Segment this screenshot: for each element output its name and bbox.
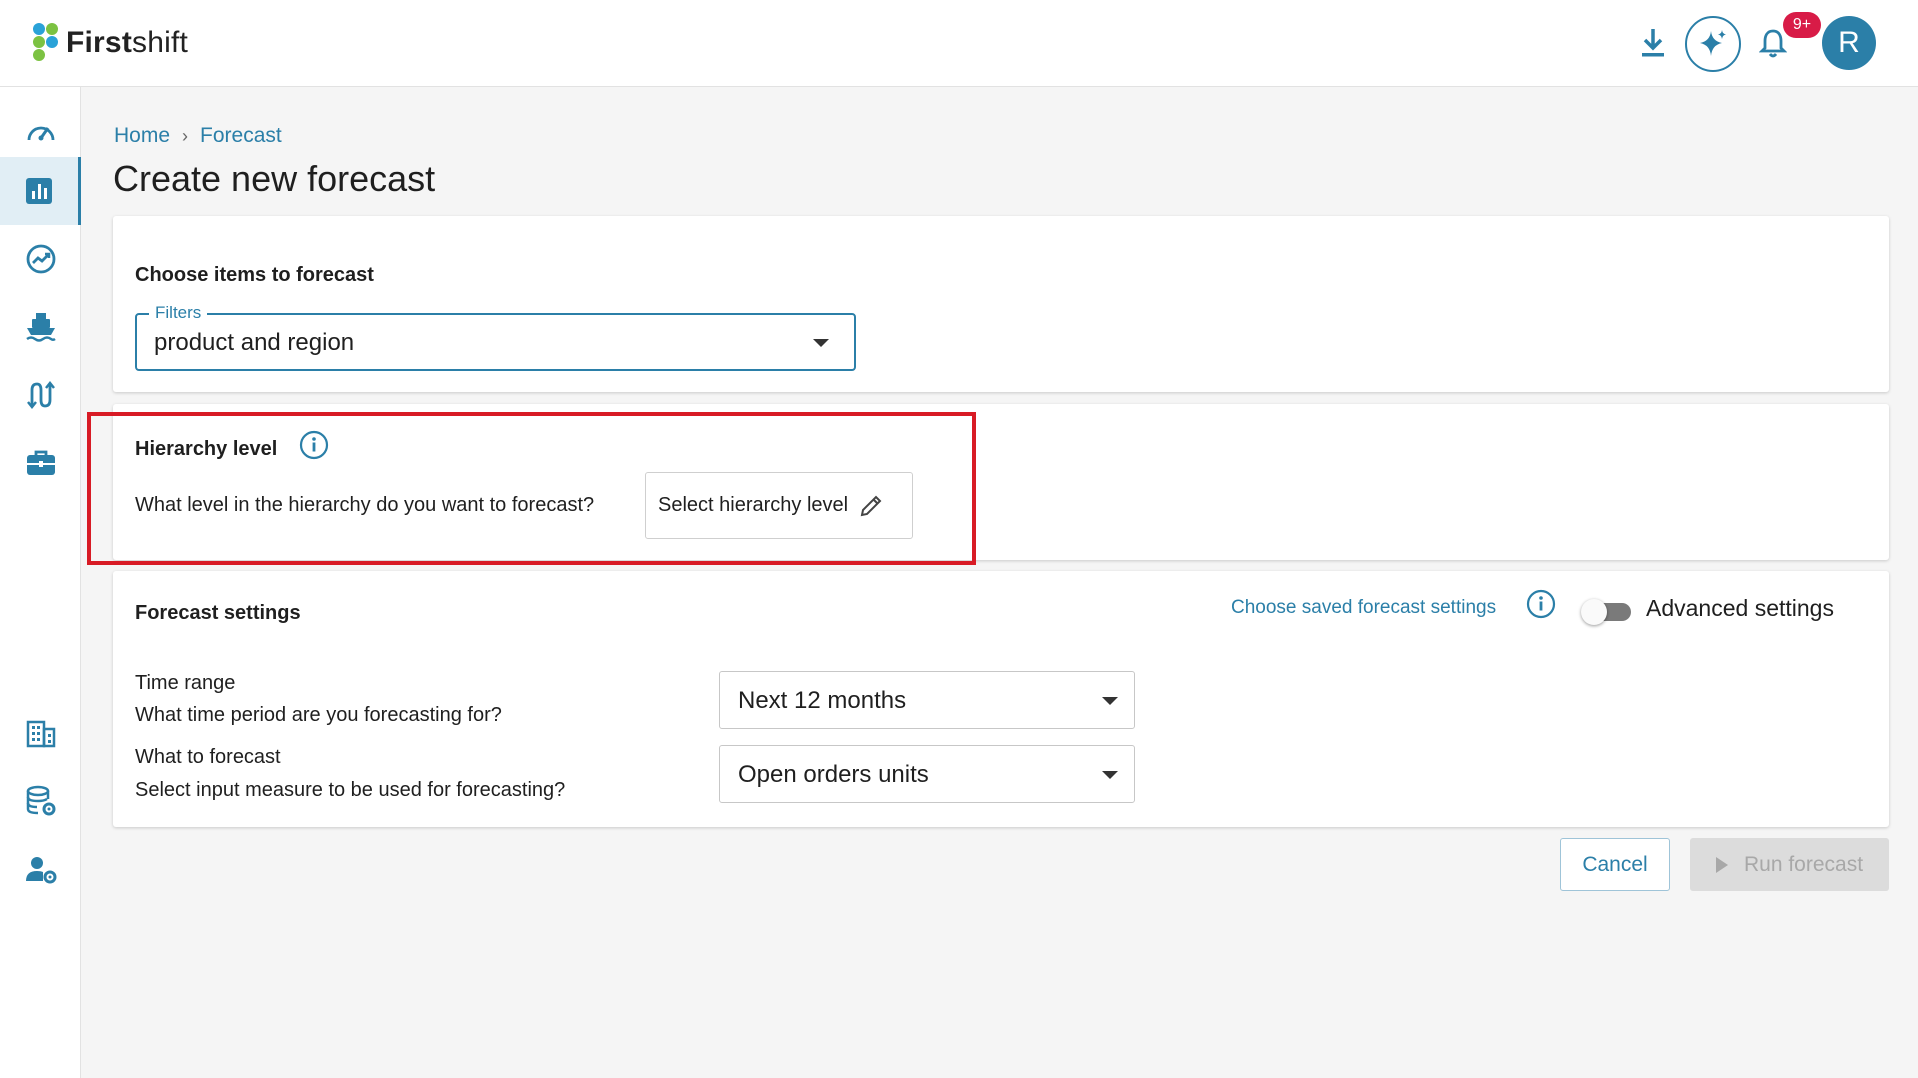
logo-mark-icon bbox=[33, 23, 58, 61]
highlight-annotation-box bbox=[87, 412, 976, 565]
filters-value: product and region bbox=[154, 329, 355, 356]
sidebar-item-data-settings[interactable] bbox=[0, 767, 81, 835]
database-settings-icon bbox=[26, 785, 55, 816]
breadcrumb-forecast[interactable]: Forecast bbox=[200, 124, 282, 148]
breadcrumb-separator: › bbox=[182, 125, 189, 146]
sidebar-item-portfolio[interactable] bbox=[0, 429, 81, 497]
cancel-button[interactable]: Cancel bbox=[1560, 838, 1670, 891]
measure-value: Open orders units bbox=[738, 761, 929, 788]
run-forecast-button[interactable]: Run forecast bbox=[1690, 838, 1889, 891]
sidebar-item-forecast[interactable] bbox=[0, 157, 81, 225]
forecast-settings-card: Forecast settings Choose saved forecast … bbox=[113, 571, 1889, 827]
choose-saved-settings-link[interactable]: Choose saved forecast settings bbox=[1231, 597, 1496, 619]
sidebar-item-shipping[interactable] bbox=[0, 293, 81, 361]
sidebar-item-user-settings[interactable] bbox=[0, 835, 81, 903]
briefcase-icon bbox=[26, 450, 55, 475]
download-icon[interactable] bbox=[1633, 16, 1673, 70]
choose-items-title: Choose items to forecast bbox=[135, 264, 374, 286]
building-icon bbox=[26, 720, 55, 748]
breadcrumb: Home › Forecast bbox=[114, 124, 282, 148]
chevron-down-icon bbox=[1102, 771, 1118, 779]
advanced-settings-label: Advanced settings bbox=[1646, 595, 1834, 621]
sidebar-item-organization[interactable] bbox=[0, 699, 81, 767]
firstshift-logo[interactable]: Firstshift bbox=[30, 20, 188, 66]
chevron-down-icon bbox=[813, 339, 829, 347]
logo-text: Firstshift bbox=[66, 26, 189, 59]
run-forecast-label: Run forecast bbox=[1743, 852, 1864, 876]
page-title: Create new forecast bbox=[113, 158, 436, 199]
trend-icon bbox=[26, 244, 55, 274]
sidebar bbox=[0, 87, 81, 1078]
filters-select[interactable]: Filters product and region bbox=[135, 303, 856, 371]
filters-label: Filters bbox=[149, 303, 208, 323]
ship-icon bbox=[25, 313, 56, 342]
time-range-value: Next 12 months bbox=[738, 687, 907, 714]
top-bar: Firstshift 9+ R bbox=[0, 0, 1918, 87]
notification-badge: 9+ bbox=[1783, 12, 1821, 38]
speedometer-icon bbox=[27, 126, 54, 141]
measure-label: What to forecast bbox=[135, 746, 281, 768]
time-range-label: Time range bbox=[135, 672, 236, 694]
bar-chart-icon bbox=[26, 178, 52, 204]
measure-question: Select input measure to be used for fore… bbox=[135, 779, 566, 801]
ai-sparkle-icon[interactable] bbox=[1685, 16, 1741, 72]
sidebar-item-trends[interactable] bbox=[0, 225, 81, 293]
sidebar-item-transfers[interactable] bbox=[0, 361, 81, 429]
chevron-down-icon bbox=[1102, 697, 1118, 705]
choose-items-card: Choose items to forecast Filters product… bbox=[113, 216, 1889, 392]
time-range-question: What time period are you forecasting for… bbox=[135, 704, 502, 726]
time-range-select[interactable]: Next 12 months bbox=[719, 671, 1135, 729]
transfer-icon bbox=[26, 380, 55, 410]
measure-select[interactable]: Open orders units bbox=[719, 745, 1135, 803]
user-avatar[interactable]: R bbox=[1822, 16, 1876, 70]
forecast-settings-title: Forecast settings bbox=[135, 602, 301, 624]
play-icon bbox=[1715, 856, 1728, 873]
info-icon[interactable] bbox=[1526, 589, 1556, 619]
user-settings-icon bbox=[25, 857, 56, 884]
advanced-settings-toggle[interactable] bbox=[1581, 597, 1631, 625]
breadcrumb-home[interactable]: Home bbox=[114, 124, 170, 148]
